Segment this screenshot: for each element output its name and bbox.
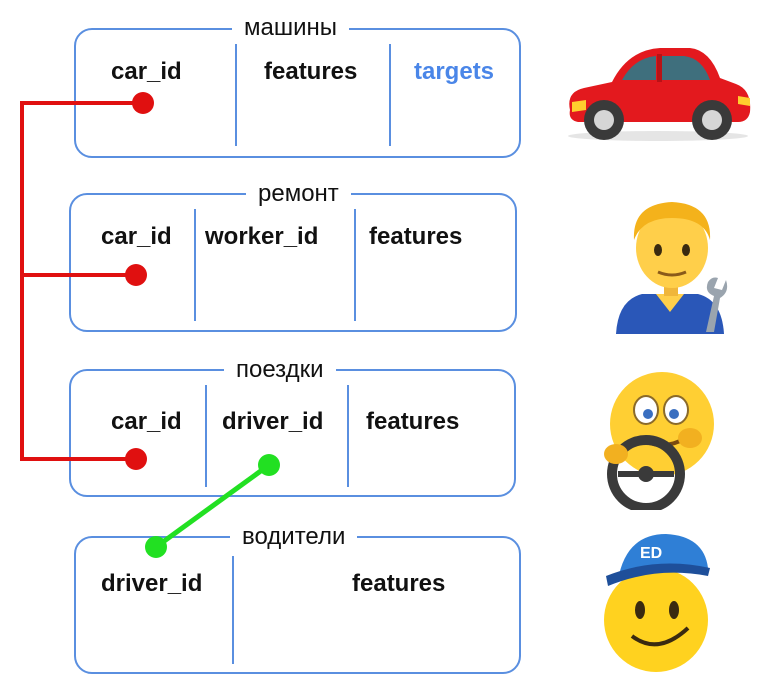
driver-id-link xyxy=(145,454,280,558)
driver-id-dot xyxy=(258,454,280,476)
car-id-dot xyxy=(125,264,147,286)
cap-text: ED xyxy=(640,545,662,562)
car-icon xyxy=(568,48,751,141)
driver-id-dot xyxy=(145,536,167,558)
driving-face-icon xyxy=(604,372,714,510)
car-id-link xyxy=(20,92,154,470)
mechanic-icon xyxy=(616,202,728,334)
driver-face-icon: ED xyxy=(604,534,710,672)
car-id-dot xyxy=(125,448,147,470)
car-id-dot xyxy=(132,92,154,114)
